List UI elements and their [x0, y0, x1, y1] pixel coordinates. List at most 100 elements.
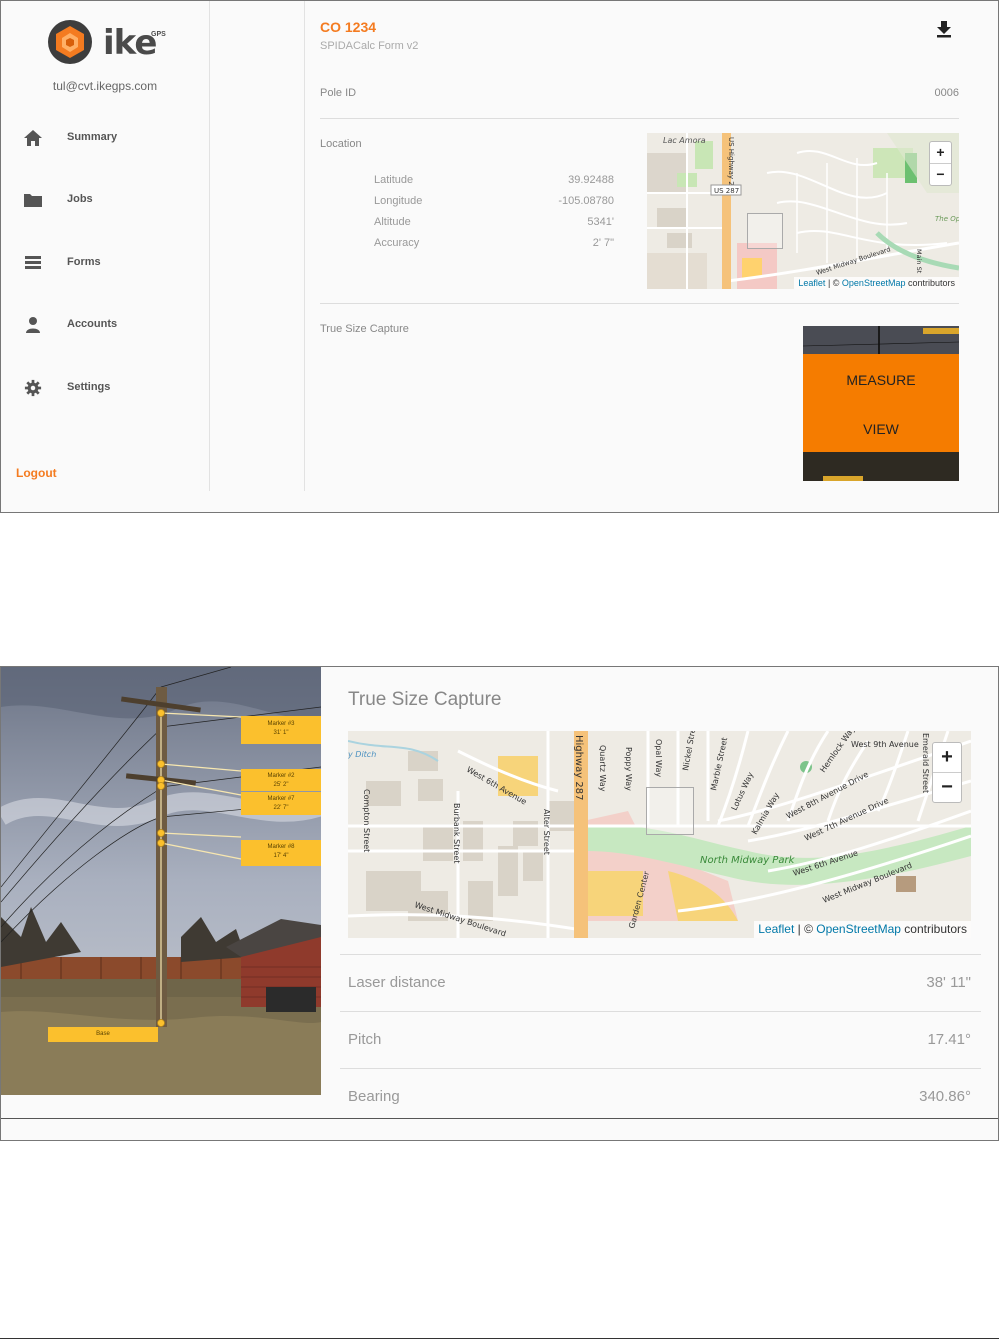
brand-name: ike: [103, 23, 157, 63]
sidebar-item-summary[interactable]: Summary: [1, 118, 208, 158]
map-label: Burbank Street: [452, 803, 461, 863]
laser-distance-value: 38' 11": [926, 974, 971, 991]
ike-logo: ike GPS: [47, 19, 177, 69]
map-attribution: Leaflet | © OpenStreetMap contributors: [794, 277, 959, 289]
zoom-out-button[interactable]: −: [933, 773, 961, 802]
sidebar-item-accounts[interactable]: Accounts: [1, 305, 208, 345]
sidebar: ike GPS tul@cvt.ikegps.com Summary Jobs …: [1, 1, 210, 491]
marker-name: Marker #7: [267, 796, 295, 802]
frame-bottom-border: [1, 1118, 998, 1119]
map-label: Main St: [915, 249, 923, 274]
openstreetmap-link[interactable]: OpenStreetMap: [842, 278, 906, 288]
map-label: Quartz Way: [598, 745, 607, 792]
longitude-label: Longitude: [374, 195, 423, 207]
attribution-separator: | ©: [825, 278, 842, 288]
map-label: Lac Amora: [663, 136, 706, 145]
latitude-value: 39.92488: [568, 174, 614, 186]
logout-link[interactable]: Logout: [16, 466, 57, 480]
altitude-label: Altitude: [374, 216, 411, 228]
marker-tag[interactable]: Marker #2 25' 2": [241, 769, 321, 791]
map-marker-image[interactable]: [747, 213, 783, 249]
map-zoom-control: + −: [932, 742, 962, 803]
map-label: US 287: [714, 187, 739, 195]
marker-value: 17' 4": [273, 853, 289, 859]
capture-photo[interactable]: Marker #3 31' 1" Marker #2 25' 2" Marker…: [1, 667, 321, 1095]
forms-icon: [25, 256, 41, 269]
accuracy-value: 2' 7": [592, 237, 614, 249]
divider: [320, 118, 959, 119]
capture-map[interactable]: Highway 287 West 6th Avenue Compton Stre…: [348, 731, 971, 938]
map-label: Alter Street: [542, 809, 551, 855]
base-tag[interactable]: Base: [48, 1027, 158, 1042]
sidebar-item-jobs[interactable]: Jobs: [1, 180, 208, 220]
sidebar-item-label: Summary: [67, 131, 118, 143]
user-email: tul@cvt.ikegps.com: [52, 79, 158, 93]
brand-superscript: GPS: [151, 31, 166, 38]
leaflet-link[interactable]: Leaflet: [758, 922, 794, 936]
sidebar-item-settings[interactable]: Settings: [1, 368, 208, 408]
map-label: The Open: [935, 215, 959, 223]
map-label: Poppy Way: [624, 747, 633, 791]
attribution-tail: contributors: [905, 278, 955, 288]
measure-view-button[interactable]: MEASURE VIEW: [803, 354, 959, 452]
pitch-value: 17.41°: [927, 1031, 971, 1048]
marker-value: 25' 2": [273, 782, 289, 788]
sidebar-item-label: Jobs: [67, 193, 93, 205]
sidebar-item-label: Accounts: [67, 318, 118, 330]
leaflet-link[interactable]: Leaflet: [798, 278, 825, 288]
map-attribution: Leaflet | © OpenStreetMap contributors: [754, 921, 971, 938]
map-label: Compton Street: [362, 789, 371, 852]
pitch-label: Pitch: [348, 1031, 382, 1048]
capture-detail: True Size Capture Highway 287 West 6th A…: [321, 667, 998, 1118]
map-label: Highway 287: [573, 735, 584, 800]
pole-id-value: 0006: [934, 87, 959, 99]
map-tiles: Lac Amora US Highway 287 US 287 West Mid…: [647, 133, 959, 289]
zoom-out-button[interactable]: −: [930, 164, 951, 185]
map-label: Opal Way: [654, 739, 663, 777]
divider: [320, 303, 959, 304]
capture-screenshot-frame: Marker #3 31' 1" Marker #2 25' 2" Marker…: [0, 666, 999, 1141]
attribution-separator: | ©: [794, 922, 817, 936]
marker-tag[interactable]: Marker #7 22' 7": [241, 792, 321, 815]
marker-value: 31' 1": [273, 730, 289, 736]
sidebar-item-forms[interactable]: Forms: [1, 243, 208, 283]
home-icon: [24, 130, 42, 146]
attribution-tail: contributors: [900, 922, 967, 936]
form-detail: CO 1234 SPIDACalc Form v2 Pole ID 0006 L…: [305, 1, 998, 491]
map-label: Emerald Street: [921, 733, 930, 793]
zoom-in-button[interactable]: +: [930, 142, 951, 164]
folder-icon: [24, 194, 42, 207]
longitude-value: -105.08780: [558, 195, 614, 207]
map-label: y Ditch: [348, 750, 376, 759]
ike-logo-icon: [48, 20, 92, 64]
true-size-capture-label: True Size Capture: [320, 323, 409, 335]
openstreetmap-link[interactable]: OpenStreetMap: [816, 922, 901, 936]
laser-distance-label: Laser distance: [348, 974, 446, 991]
marker-name: Marker #3: [267, 721, 295, 727]
marker-tag[interactable]: Marker #8 17' 4": [241, 840, 321, 866]
marker-value: 22' 7": [273, 805, 289, 811]
location-label: Location: [320, 138, 362, 150]
measure-card: MEASURE VIEW: [803, 326, 959, 481]
bearing-label: Bearing: [348, 1088, 400, 1105]
form-title: CO 1234: [320, 19, 377, 35]
person-icon: [26, 317, 40, 333]
map-zoom-control: + −: [929, 141, 952, 186]
marker-name: Marker #2: [267, 773, 295, 779]
accuracy-label: Accuracy: [374, 237, 420, 249]
pole-id-label: Pole ID: [320, 87, 357, 99]
location-map[interactable]: Lac Amora US Highway 287 US 287 West Mid…: [647, 133, 959, 289]
sidebar-item-label: Forms: [67, 256, 101, 268]
form-screenshot-frame: ike GPS tul@cvt.ikegps.com Summary Jobs …: [0, 0, 999, 513]
map-label: West 9th Avenue: [851, 740, 919, 749]
download-icon[interactable]: [935, 19, 953, 39]
zoom-in-button[interactable]: +: [933, 743, 961, 773]
altitude-value: 5341': [587, 216, 614, 228]
map-label: North Midway Park: [700, 855, 796, 866]
map-marker-image[interactable]: [646, 787, 694, 835]
view-label: VIEW: [863, 421, 899, 437]
bearing-value: 340.86°: [919, 1088, 971, 1105]
marker-tag[interactable]: Marker #3 31' 1": [241, 716, 321, 744]
latitude-label: Latitude: [374, 174, 414, 186]
divider: [340, 1068, 981, 1069]
